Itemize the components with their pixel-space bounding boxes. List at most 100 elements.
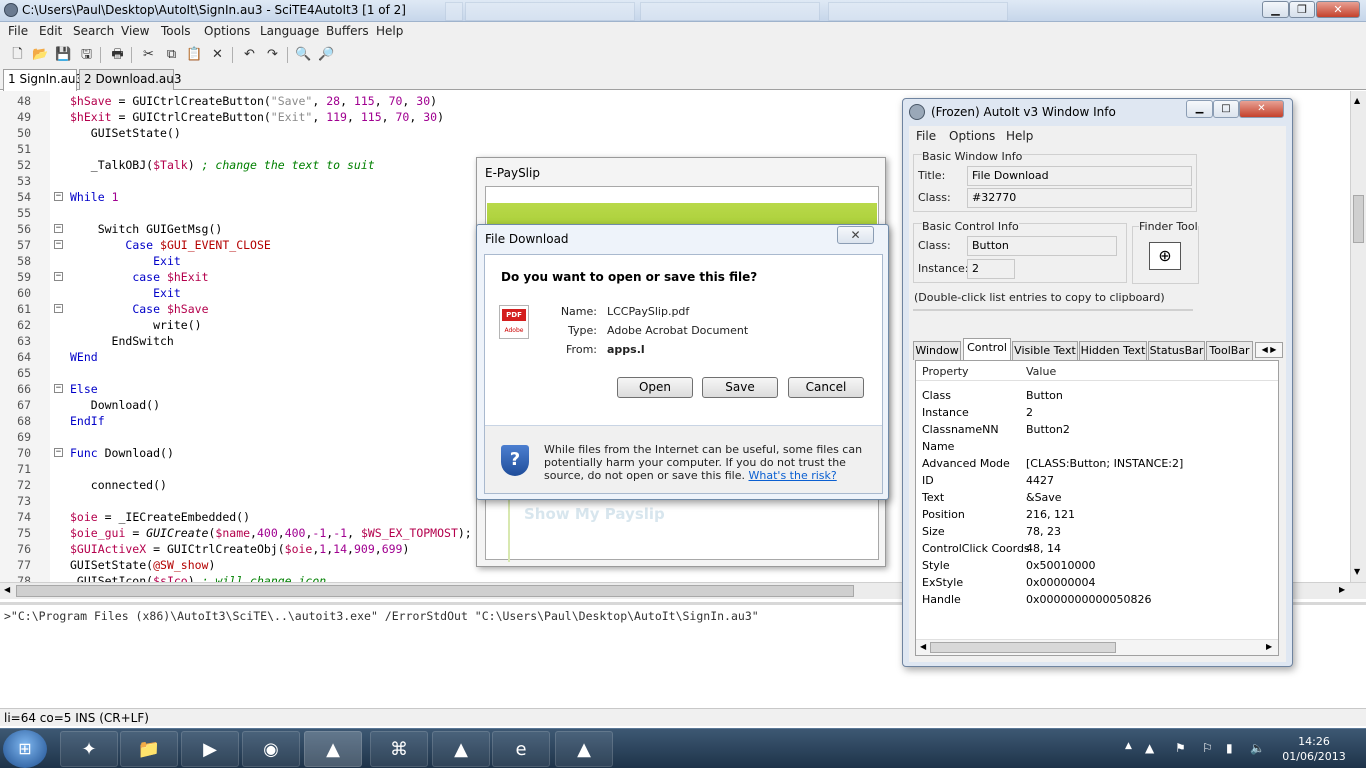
tray-volume-icon[interactable]: 🔈: [1250, 741, 1265, 755]
fold-marker-icon[interactable]: −: [54, 224, 63, 233]
scroll-up-icon[interactable]: ▲: [1354, 96, 1360, 105]
property-value: 78, 23: [1026, 525, 1061, 538]
close-icon[interactable]: ✕: [837, 226, 874, 244]
background-tab: [828, 2, 1008, 21]
media-player-icon[interactable]: ▶: [181, 731, 239, 767]
maximize-button[interactable]: ❐: [1289, 1, 1315, 18]
close-button[interactable]: ✕: [1316, 1, 1360, 18]
tab-toolbar[interactable]: ToolBar: [1206, 341, 1253, 360]
acrobat-icon[interactable]: ⌘: [370, 731, 428, 767]
control-class-field[interactable]: Button: [967, 236, 1117, 256]
title-field[interactable]: File Download: [967, 166, 1192, 186]
internet-explorer-icon[interactable]: e: [492, 731, 550, 767]
risk-link[interactable]: What's the risk?: [749, 469, 837, 482]
fold-marker-icon[interactable]: −: [54, 384, 63, 393]
scroll-right-icon[interactable]: ▶: [1339, 585, 1345, 594]
menu-tools[interactable]: Tools: [161, 24, 191, 38]
property-name: ExStyle: [922, 576, 964, 589]
scite-icon[interactable]: ▲: [304, 731, 362, 767]
fold-marker-icon[interactable]: −: [54, 448, 63, 457]
tab-scroll-arrows[interactable]: ◀ ▶: [1255, 342, 1283, 358]
tab-statusbar[interactable]: StatusBar: [1148, 341, 1205, 360]
line-number: 70: [17, 446, 31, 460]
save-button[interactable]: Save: [702, 377, 778, 398]
column-value[interactable]: Value: [1026, 365, 1056, 378]
class-field[interactable]: #32770: [967, 188, 1192, 208]
autoit-tools-icon[interactable]: ✦: [60, 731, 118, 767]
print-icon[interactable]: 🖶: [108, 45, 127, 64]
minimize-button[interactable]: ▁: [1262, 1, 1289, 18]
replace-icon[interactable]: 🔎: [317, 45, 336, 64]
paste-icon[interactable]: 📋: [185, 45, 204, 64]
undo-icon[interactable]: ↶: [240, 45, 259, 64]
menu-view[interactable]: View: [121, 24, 149, 38]
menu-edit[interactable]: Edit: [39, 24, 62, 38]
tray-network-icon[interactable]: ▮: [1226, 741, 1233, 755]
tray-autoit-icon[interactable]: ▲: [1145, 741, 1154, 755]
fold-marker-icon[interactable]: −: [54, 192, 63, 201]
property-list[interactable]: Property Value Class Button Instance 2 Class…: [915, 360, 1279, 656]
close-button[interactable]: ✕: [1239, 100, 1284, 118]
tab-signin[interactable]: 1 SignIn.au3: [3, 69, 83, 91]
fold-marker-icon[interactable]: −: [54, 304, 63, 313]
scroll-thumb[interactable]: [1353, 195, 1364, 243]
menu-help[interactable]: Help: [376, 24, 403, 38]
tab-window[interactable]: Window: [913, 341, 961, 360]
fold-marker-icon[interactable]: −: [54, 272, 63, 281]
tab-visible-text[interactable]: Visible Text: [1012, 341, 1078, 360]
show-payslip-link[interactable]: Show My Payslip: [524, 505, 665, 523]
autoit-icon[interactable]: ▲: [432, 731, 490, 767]
clock-time: 14:26: [1298, 735, 1330, 748]
cut-icon[interactable]: ✂: [139, 45, 158, 64]
menu-bar: File Edit Search View Tools Options Lang…: [0, 22, 1366, 42]
menu-language[interactable]: Language: [260, 24, 319, 38]
property-name: Class: [922, 389, 951, 402]
find-icon[interactable]: 🔍: [294, 45, 313, 64]
menu-buffers[interactable]: Buffers: [326, 24, 369, 38]
vertical-scrollbar[interactable]: ▲ ▼: [1350, 91, 1366, 582]
tab-control[interactable]: Control: [963, 338, 1011, 360]
code-text: Func Download(): [70, 446, 174, 460]
fold-marker-icon[interactable]: −: [54, 240, 63, 249]
save-icon[interactable]: 💾: [54, 45, 73, 64]
list-hscrollbar[interactable]: ◀ ▶: [916, 639, 1278, 655]
menu-help[interactable]: Help: [1006, 129, 1033, 143]
start-button-icon[interactable]: ⊞: [3, 730, 47, 768]
scroll-thumb[interactable]: [16, 585, 854, 597]
finder-crosshair-icon[interactable]: ⊕: [1149, 242, 1181, 270]
menu-options[interactable]: Options: [949, 129, 995, 143]
redo-icon[interactable]: ↷: [263, 45, 282, 64]
property-name: Handle: [922, 593, 961, 606]
menu-file[interactable]: File: [8, 24, 28, 38]
save-as-icon[interactable]: 🖫: [77, 45, 96, 64]
copy-icon[interactable]: ⧉: [162, 45, 181, 64]
chrome-icon[interactable]: ◉: [242, 731, 300, 767]
open-icon[interactable]: 📂: [31, 45, 50, 64]
tab-hidden-text[interactable]: Hidden Text: [1079, 341, 1147, 360]
instance-field[interactable]: 2: [967, 259, 1015, 279]
open-button[interactable]: Open: [617, 377, 693, 398]
scroll-left-icon[interactable]: ◀: [4, 585, 10, 594]
shield-icon: ?: [501, 445, 529, 476]
tray-expand-icon[interactable]: ▲: [1125, 741, 1132, 751]
new-icon[interactable]: 🗋: [8, 45, 27, 64]
clock[interactable]: 14:26 01/06/2013: [1278, 734, 1350, 764]
menu-search[interactable]: Search: [73, 24, 114, 38]
menu-file[interactable]: File: [916, 129, 936, 143]
maximize-button[interactable]: □: [1213, 100, 1239, 118]
delete-icon[interactable]: ✕: [208, 45, 227, 64]
code-text: Case $GUI_EVENT_CLOSE: [125, 238, 271, 252]
tray-flag-icon[interactable]: ⚐: [1202, 741, 1213, 755]
autoit-window-info-icon[interactable]: ▲: [555, 731, 613, 767]
property-value: Button2: [1026, 423, 1070, 436]
explorer-icon[interactable]: 📁: [120, 731, 178, 767]
menu-options[interactable]: Options: [204, 24, 250, 38]
file-type: Adobe Acrobat Document: [607, 324, 749, 337]
column-property[interactable]: Property: [922, 365, 969, 378]
cancel-button[interactable]: Cancel: [788, 377, 864, 398]
scroll-thumb[interactable]: [930, 642, 1116, 653]
scroll-down-icon[interactable]: ▼: [1354, 567, 1360, 576]
minimize-button[interactable]: ▁: [1186, 100, 1213, 118]
tray-security-icon[interactable]: ⚑: [1175, 741, 1186, 755]
tab-download[interactable]: 2 Download.au3: [79, 69, 182, 90]
